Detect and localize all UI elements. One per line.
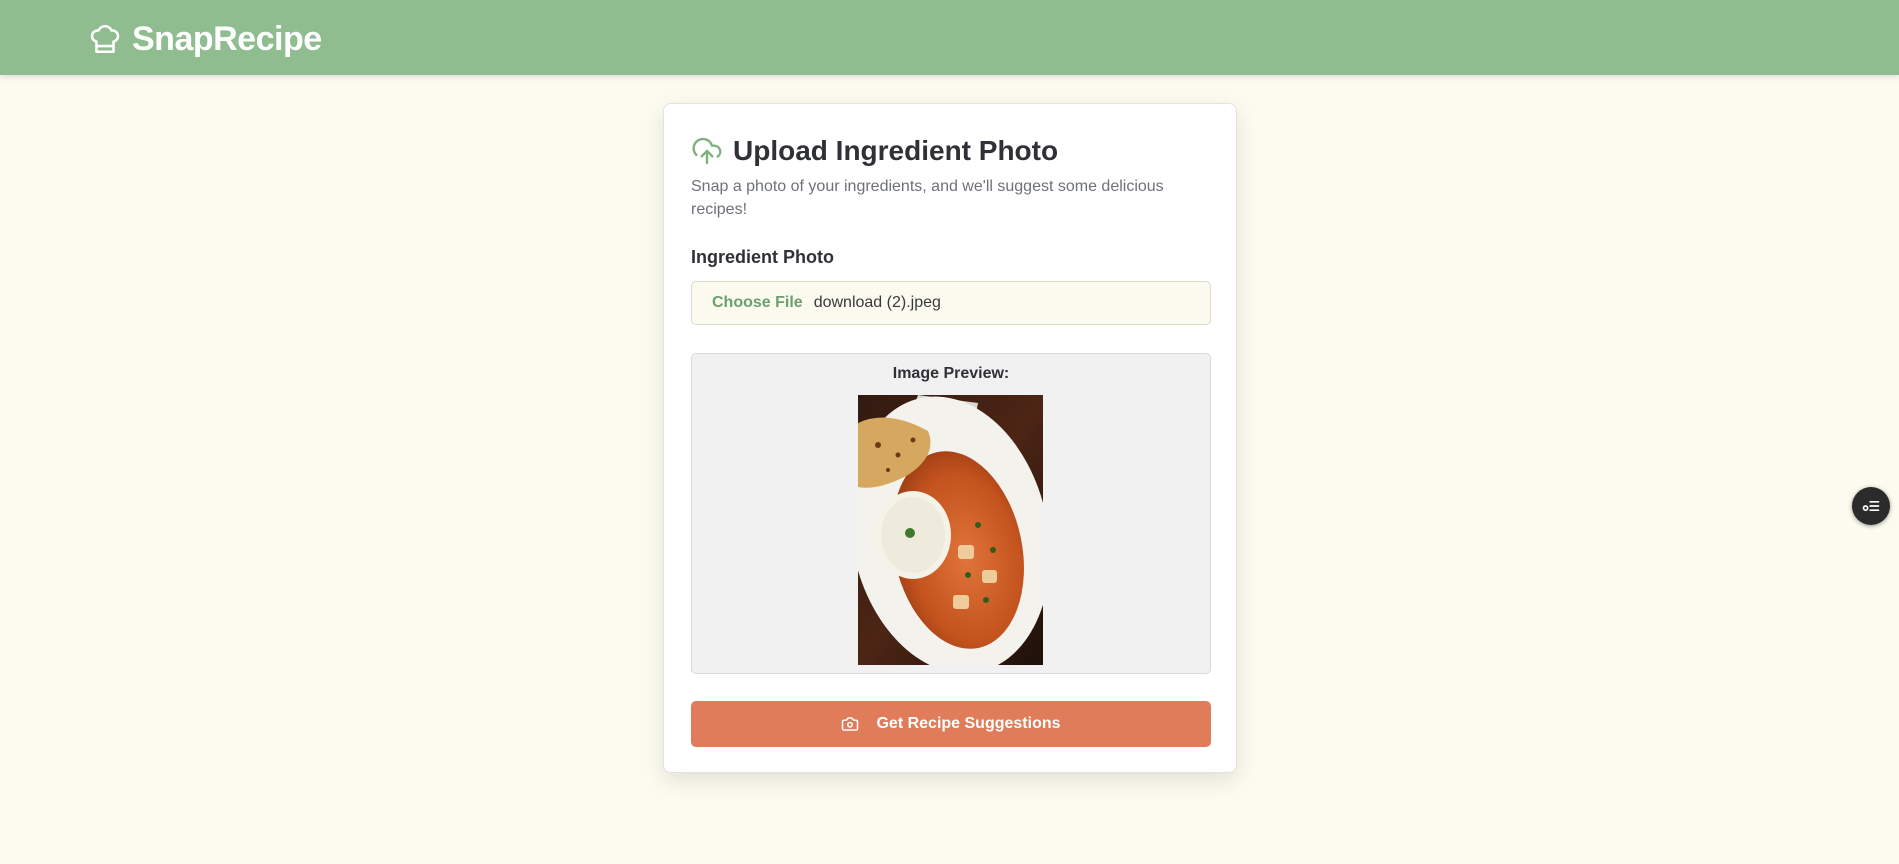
ingredient-photo-label: Ingredient Photo: [691, 247, 834, 267]
top-navbar: SnapRecipe: [0, 0, 1899, 75]
get-recipe-suggestions-button[interactable]: Get Recipe Suggestions: [691, 701, 1211, 747]
card-title: Upload Ingredient Photo: [733, 135, 1059, 166]
brand-name: SnapRecipe: [132, 20, 322, 58]
get-recipe-suggestions-label: Get Recipe Suggestions: [876, 715, 1061, 732]
selected-file-name: download (2).jpeg: [813, 294, 941, 311]
camera-icon: [842, 717, 859, 731]
cloud-upload-icon: [692, 137, 722, 165]
card-description: Snap a photo of your ingredients, and we…: [691, 178, 1164, 218]
file-input[interactable]: Choose File download (2).jpeg: [691, 281, 1211, 325]
chef-hat-icon: [90, 24, 120, 54]
upload-card: Upload Ingredient Photo Snap a photo of …: [663, 103, 1237, 773]
image-preview-panel: Image Preview:: [691, 353, 1211, 674]
image-preview-label: Image Preview:: [892, 365, 1010, 382]
floating-action-button[interactable]: [1852, 487, 1890, 525]
choose-file-button[interactable]: Choose File: [712, 294, 803, 312]
card-header: Upload Ingredient Photo: [691, 133, 1058, 169]
list-settings-icon: [1862, 501, 1880, 511]
brand-logo[interactable]: SnapRecipe: [88, 19, 322, 59]
preview-image: [858, 395, 1043, 665]
